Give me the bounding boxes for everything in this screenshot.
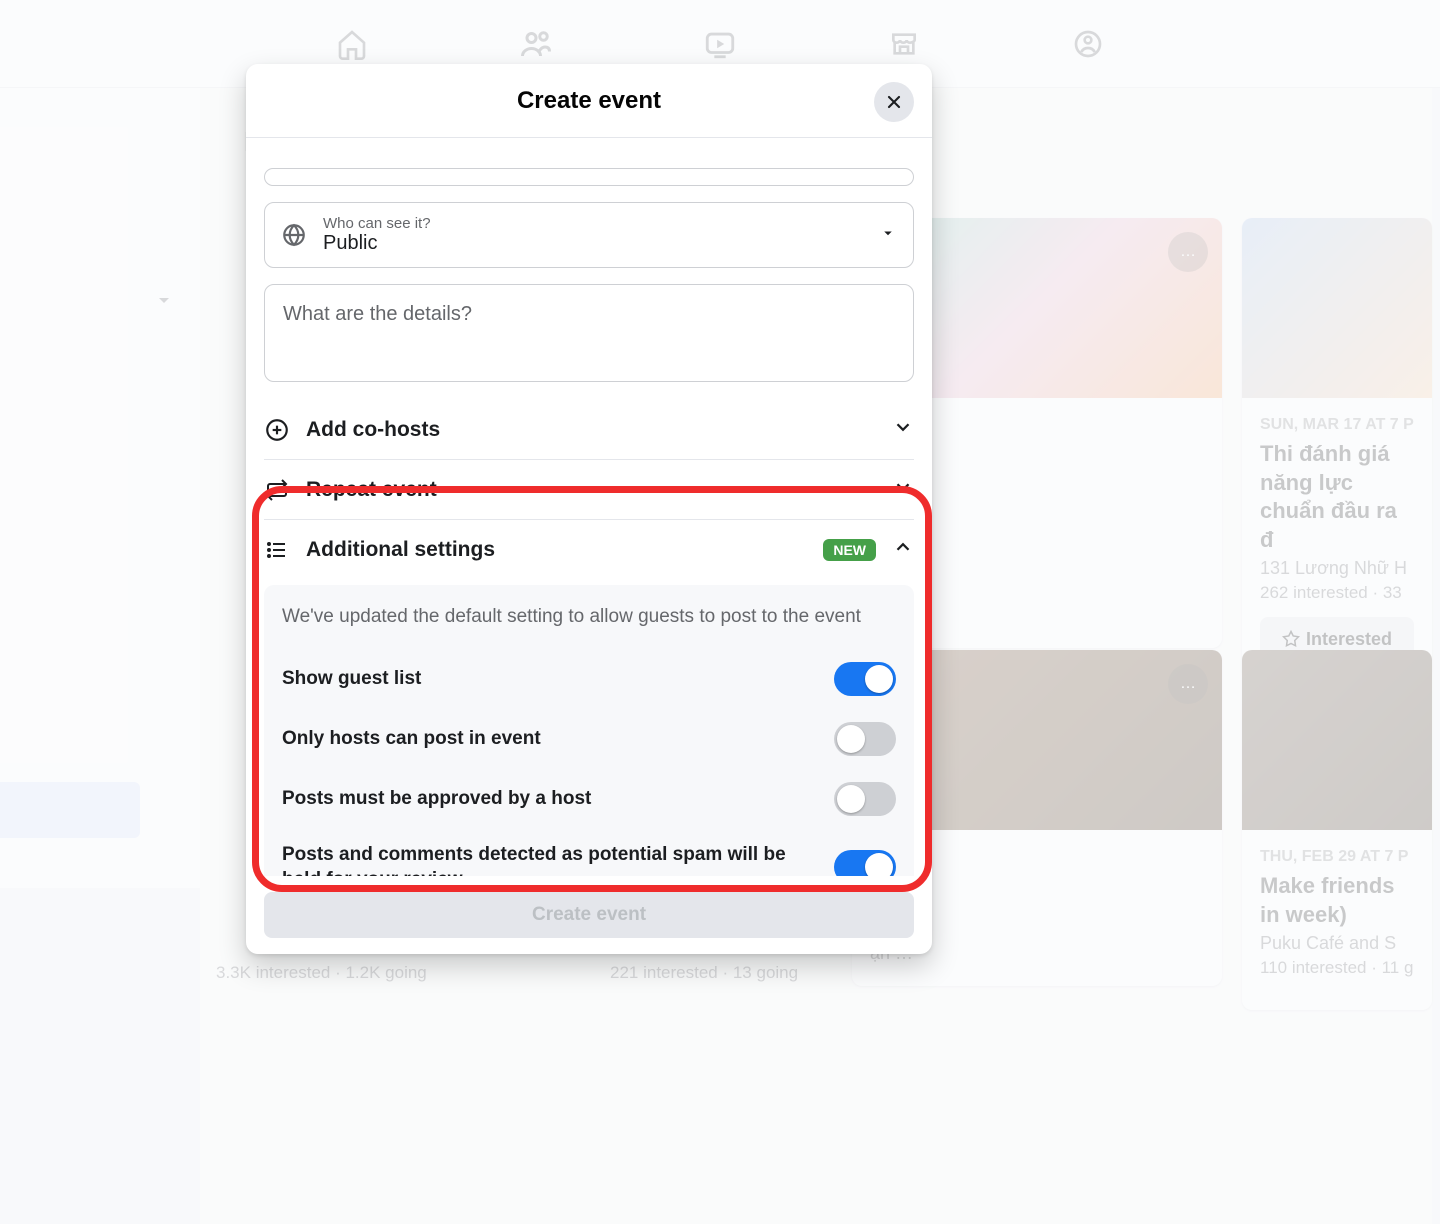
additional-settings-row[interactable]: Additional settings NEW [264, 520, 914, 579]
repeat-event-row[interactable]: Repeat event [264, 460, 914, 520]
toggle-label: Only hosts can post in event [282, 726, 814, 752]
add-cohosts-row[interactable]: Add co-hosts [264, 400, 914, 460]
list-icon [264, 537, 290, 563]
new-badge: NEW [823, 539, 876, 561]
create-event-button[interactable]: Create event [264, 892, 914, 938]
toggle-row-spam: Posts and comments detected as potential… [282, 829, 896, 876]
toggle-label: Show guest list [282, 666, 814, 692]
modal-body[interactable]: Who can see it? Public What are the deta… [246, 138, 932, 876]
toggle-row-guest-list: Show guest list [282, 649, 896, 709]
toggle-label: Posts must be approved by a host [282, 786, 814, 812]
caret-down-icon [879, 224, 897, 247]
previous-field-peek[interactable] [264, 168, 914, 186]
details-placeholder: What are the details? [283, 303, 895, 326]
cohosts-label: Add co-hosts [306, 418, 876, 442]
additional-label: Additional settings [306, 538, 807, 562]
chevron-down-icon [892, 476, 914, 503]
chevron-down-icon [892, 416, 914, 443]
create-event-modal: Create event Who can see it? Public What… [246, 64, 932, 954]
privacy-label: Who can see it? [323, 215, 863, 232]
toggle-guest-list[interactable] [834, 662, 896, 696]
globe-icon [281, 222, 307, 248]
modal-header: Create event [246, 64, 932, 138]
close-button[interactable] [874, 82, 914, 122]
settings-note: We've updated the default setting to all… [282, 603, 896, 631]
privacy-selector[interactable]: Who can see it? Public [264, 202, 914, 268]
toggle-spam-review[interactable] [834, 850, 896, 876]
chevron-up-icon [892, 536, 914, 563]
repeat-label: Repeat event [306, 478, 876, 502]
toggle-hosts-only-post[interactable] [834, 722, 896, 756]
close-icon [884, 92, 904, 112]
toggle-row-hosts-only: Only hosts can post in event [282, 709, 896, 769]
toggle-row-approve: Posts must be approved by a host [282, 769, 896, 829]
details-textarea[interactable]: What are the details? [264, 284, 914, 382]
repeat-icon [264, 477, 290, 503]
toggle-approve-posts[interactable] [834, 782, 896, 816]
additional-settings-panel: We've updated the default setting to all… [264, 585, 914, 876]
toggle-label: Posts and comments detected as potential… [282, 842, 814, 876]
modal-title: Create event [517, 87, 661, 115]
plus-circle-icon [264, 417, 290, 443]
modal-footer: Create event [246, 876, 932, 954]
privacy-value: Public [323, 232, 863, 255]
